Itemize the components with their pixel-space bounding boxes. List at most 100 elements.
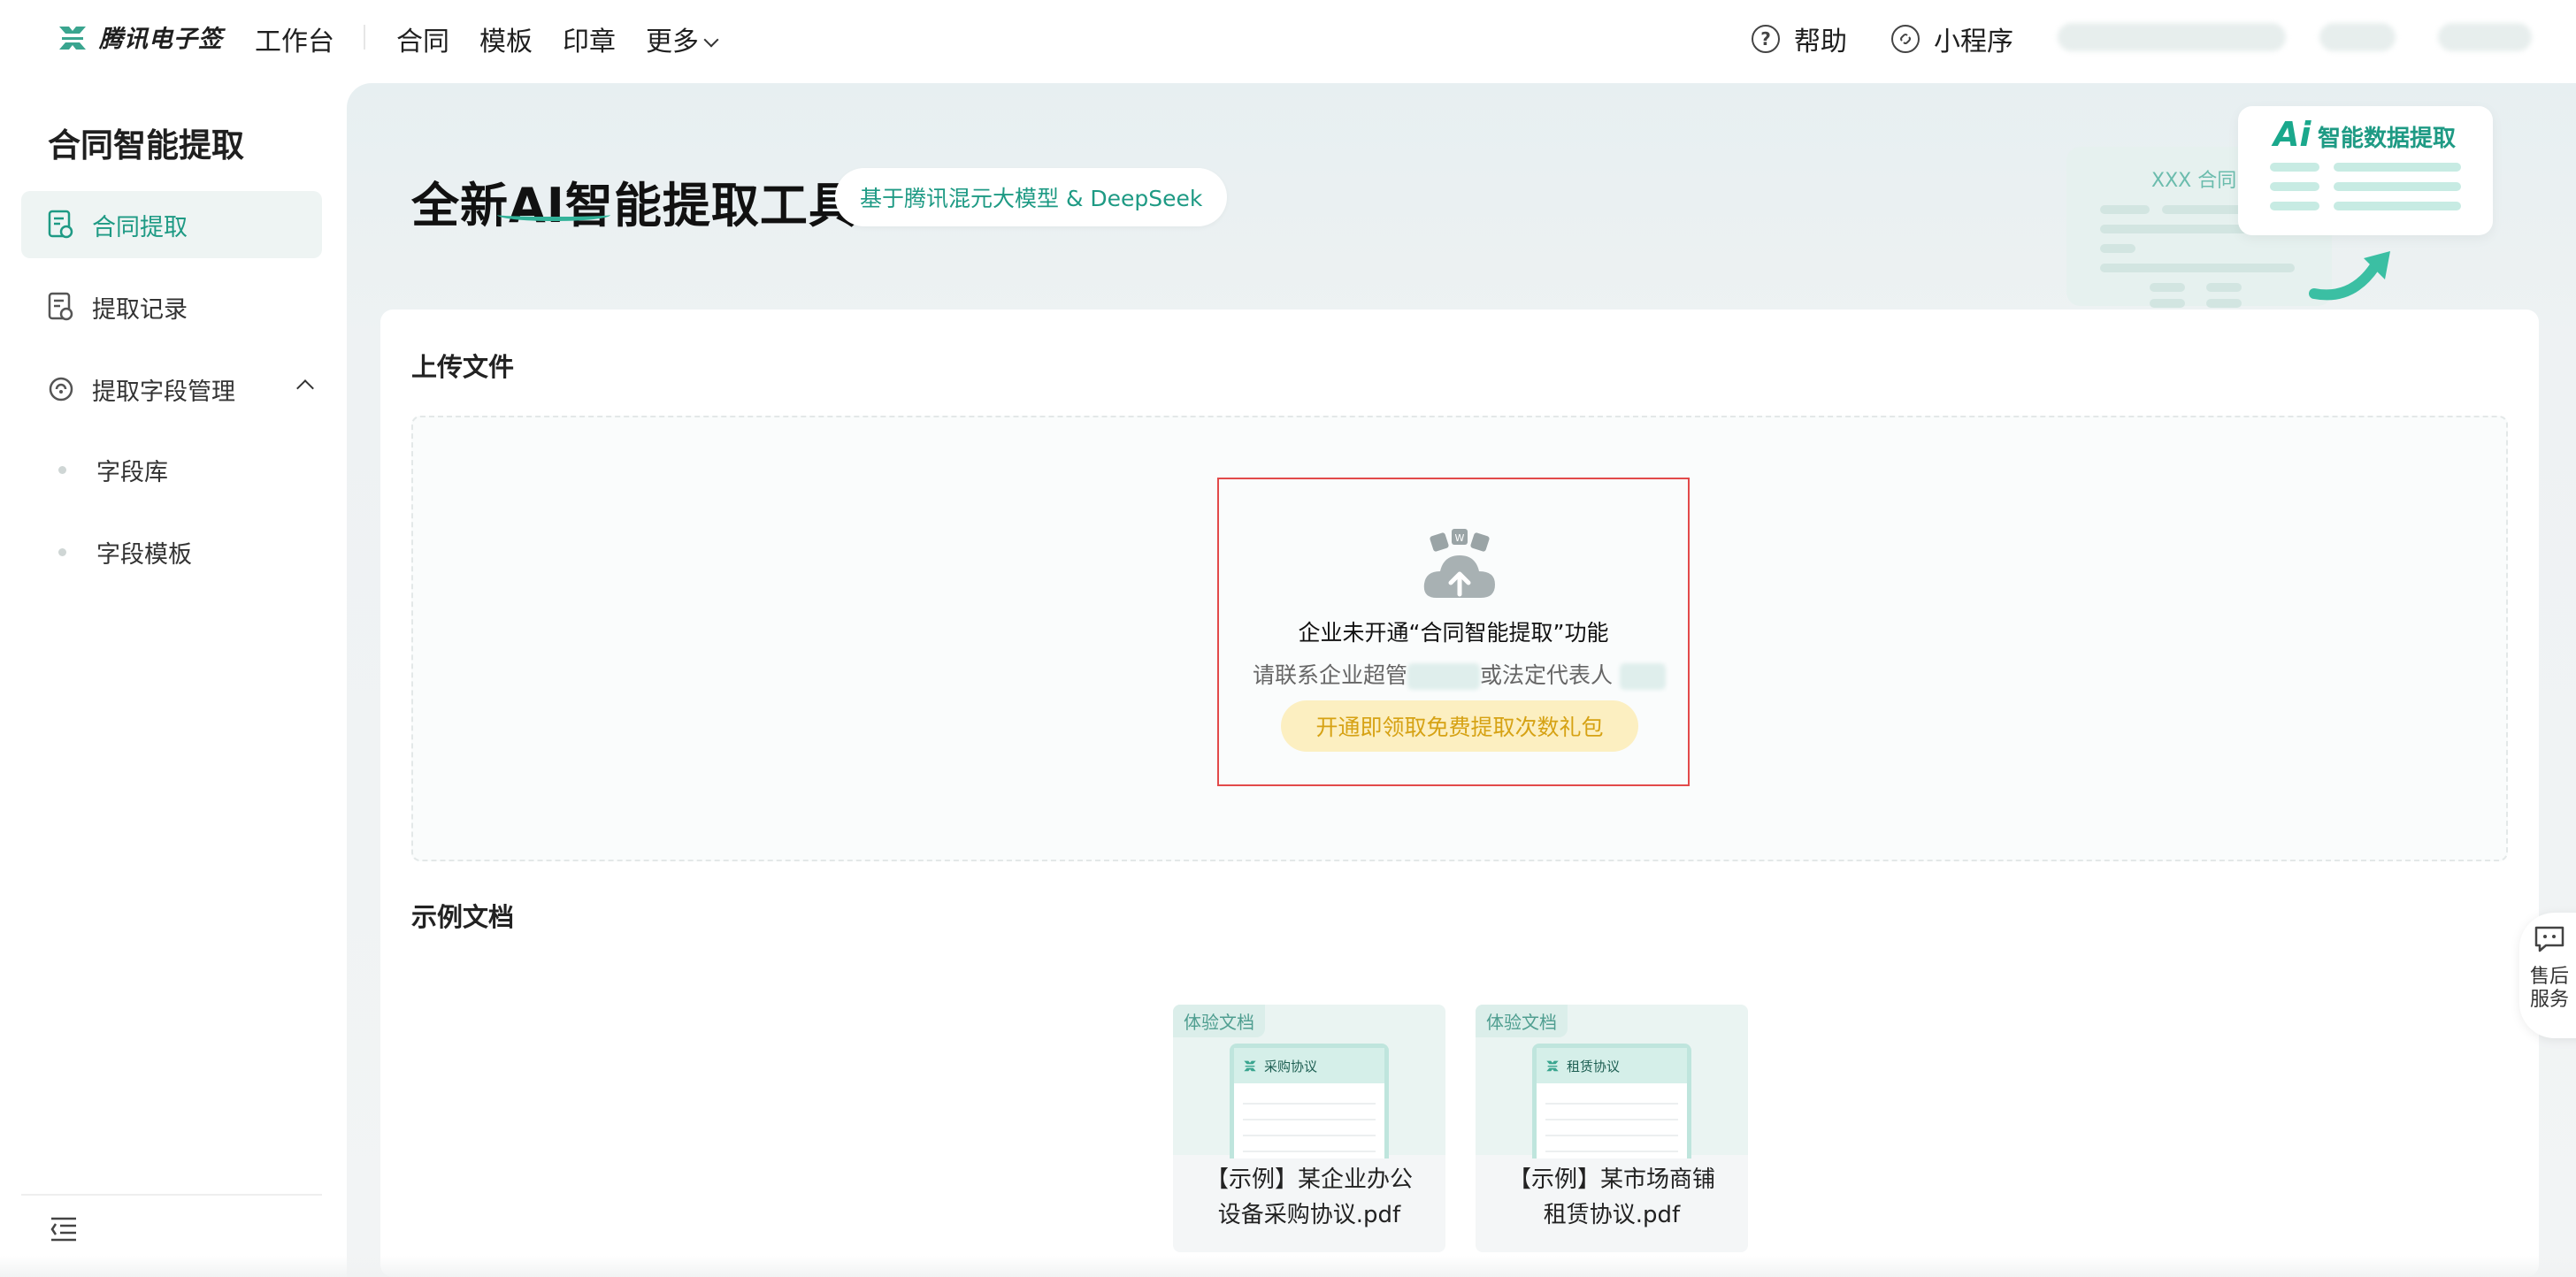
chat-bubble-icon — [2534, 926, 2564, 952]
question-circle-icon: ? — [1752, 25, 1780, 53]
document-extract-icon — [48, 210, 73, 239]
mini-document-line — [1243, 1119, 1376, 1120]
collapse-menu-icon[interactable] — [48, 1215, 80, 1243]
enable-feature-gift-button[interactable]: 开通即领取免费提取次数礼包 — [1281, 700, 1638, 752]
sidebar-subitem-field-template[interactable]: 字段模板 — [58, 535, 192, 570]
sidebar: 合同智能提取 合同提取 提取记录 提取字段管理 字段库 字段模板 — [0, 74, 347, 1277]
organization-name-blurred[interactable] — [2058, 23, 2286, 51]
example-document-thumbnail: 采购协议 体验文档 — [1173, 1005, 1445, 1158]
after-sales-label-line: 服务 — [2529, 989, 2569, 1011]
example-document-name-line: 租赁协议.pdf — [1543, 1202, 1681, 1228]
example-document-name: 【示例】某市场商铺 租赁协议.pdf — [1476, 1162, 1748, 1233]
hero-title: 全新AI智能提取工具 — [411, 178, 857, 233]
tencent-esign-logo-icon — [59, 26, 86, 50]
hero-illustration-card-title: 智能数据提取 — [2318, 126, 2457, 152]
illustration-line — [2206, 299, 2242, 308]
chevron-up-icon[interactable] — [296, 379, 314, 397]
illustration-line — [2334, 182, 2461, 191]
bottom-fade — [0, 1256, 2576, 1277]
nav-seal[interactable]: 印章 — [563, 19, 616, 58]
example-document-card[interactable]: 租赁协议 体验文档 【示例】某市场商铺 租赁协议.pdf — [1476, 1005, 1748, 1252]
field-settings-icon — [49, 377, 73, 401]
help-label: 帮助 — [1794, 27, 1847, 57]
cloud-upload-icon: W — [1423, 529, 1495, 598]
miniprogram-link[interactable]: 小程序 — [1891, 19, 2013, 58]
examples-section-title: 示例文档 — [411, 902, 515, 932]
upload-section-title: 上传文件 — [411, 352, 515, 382]
mini-document-line — [1545, 1103, 1678, 1105]
mini-document-preview: 采购协议 — [1230, 1044, 1389, 1158]
notice-sub-text: 请联系企业超管 或法定代表人 — [1253, 658, 1666, 690]
mini-document-line — [1243, 1103, 1376, 1105]
mini-document-line — [1243, 1135, 1376, 1136]
sidebar-item-label: 提取记录 — [92, 295, 188, 324]
brand-name: 腾讯电子签 — [99, 26, 223, 53]
illustration-line — [2100, 205, 2150, 214]
curved-arrow-icon — [2309, 251, 2390, 301]
nav-more-label: 更多 — [646, 27, 699, 57]
miniprogram-link-icon — [1891, 25, 1920, 53]
nav-workbench[interactable]: 工作台 — [255, 19, 334, 58]
mini-document-title: 采购协议 — [1264, 1058, 1318, 1074]
nav-divider — [364, 25, 365, 50]
hero-model-badge: 基于腾讯混元大模型 & DeepSeek — [835, 168, 1228, 226]
example-document-card[interactable]: 采购协议 体验文档 【示例】某企业办公 设备采购协议.pdf — [1173, 1005, 1445, 1252]
mini-document-preview: 租赁协议 — [1532, 1044, 1691, 1158]
sidebar-divider — [21, 1194, 322, 1196]
nav-template[interactable]: 模板 — [479, 19, 533, 58]
bullet-dot — [58, 466, 66, 474]
sidebar-title: 合同智能提取 — [48, 126, 244, 164]
document-clock-icon — [48, 292, 73, 321]
top-navigation-bar: 腾讯电子签 工作台 合同 模板 印章 更多 ? 帮助 小程序 — [0, 0, 2576, 74]
sidebar-item-field-management[interactable]: 提取字段管理 — [21, 356, 322, 423]
sidebar-item-label: 提取字段管理 — [92, 378, 235, 406]
hero-title-underline — [497, 209, 610, 221]
nav-contract[interactable]: 合同 — [396, 19, 449, 58]
mini-document-header: 租赁协议 — [1537, 1048, 1687, 1083]
svg-text:W: W — [1455, 532, 1465, 544]
illustration-line — [2150, 283, 2185, 292]
user-account-blurred[interactable] — [2438, 23, 2532, 51]
tencent-esign-logo-icon — [1546, 1060, 1559, 1072]
trial-document-tag: 体验文档 — [1173, 1005, 1265, 1037]
notice-main-text: 企业未开通“合同智能提取”功能 — [1298, 620, 1609, 646]
mini-document-line — [1243, 1151, 1376, 1152]
sidebar-subitem-label: 字段库 — [96, 459, 168, 486]
legal-rep-name-blurred — [1619, 663, 1666, 690]
organization-badge-blurred — [2319, 23, 2396, 51]
sidebar-item-contract-extract[interactable]: 合同提取 — [21, 191, 322, 258]
illustration-line — [2100, 244, 2135, 253]
after-sales-label: 售后 服务 — [2525, 966, 2574, 1012]
help-link[interactable]: ? 帮助 — [1752, 19, 1847, 58]
sidebar-item-label: 合同提取 — [92, 213, 188, 241]
notice-sub-part-a: 请联系企业超管 — [1253, 662, 1408, 688]
tencent-esign-logo-icon — [1244, 1060, 1256, 1072]
illustration-line — [2270, 182, 2319, 191]
example-document-name-line: 设备采购协议.pdf — [1217, 1202, 1401, 1228]
example-document-thumbnail: 租赁协议 体验文档 — [1476, 1005, 1748, 1158]
trial-document-tag: 体验文档 — [1476, 1005, 1568, 1037]
illustration-line — [2206, 283, 2242, 292]
illustration-line — [2270, 202, 2319, 210]
mini-document-title: 租赁协议 — [1567, 1058, 1621, 1074]
sidebar-item-extract-records[interactable]: 提取记录 — [21, 273, 322, 340]
after-sales-label-line: 售后 — [2529, 966, 2569, 988]
ai-logo-icon: Ai — [2273, 115, 2312, 154]
nav-more-dropdown[interactable]: 更多 — [646, 19, 719, 58]
illustration-line — [2100, 264, 2295, 272]
sidebar-subitem-label: 字段模板 — [96, 541, 192, 569]
sidebar-subitem-field-library[interactable]: 字段库 — [58, 453, 168, 487]
bullet-dot — [58, 548, 66, 556]
miniprogram-label: 小程序 — [1934, 27, 2013, 57]
illustration-line — [2270, 163, 2319, 172]
super-admin-name-blurred — [1407, 663, 1481, 690]
mini-document-line — [1545, 1119, 1678, 1120]
chevron-down-icon — [703, 32, 719, 48]
mini-document-header: 采购协议 — [1234, 1048, 1384, 1083]
example-document-name-line: 【示例】某企业办公 — [1205, 1166, 1413, 1193]
illustration-line — [2334, 202, 2461, 210]
notice-sub-part-b: 或法定代表人 — [1480, 662, 1614, 688]
example-document-name-line: 【示例】某市场商铺 — [1507, 1166, 1715, 1193]
hero-illustration-doc-label: XXX 合同 — [2151, 170, 2237, 192]
brand-logo[interactable]: 腾讯电子签 — [57, 19, 223, 54]
